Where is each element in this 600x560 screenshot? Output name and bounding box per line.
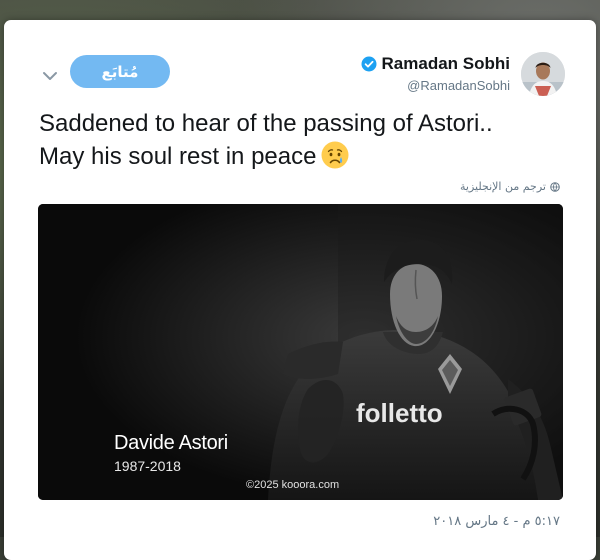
avatar[interactable]	[521, 52, 565, 96]
author-display-name: Ramadan Sobhi	[381, 54, 510, 73]
photo-caption-name: Davide Astori	[114, 432, 228, 454]
author-name-row[interactable]: Ramadan Sobhi	[361, 54, 510, 74]
memorial-photo: folletto	[38, 204, 563, 500]
verified-badge-icon	[361, 56, 377, 72]
tweet-text-line-2-content: May his soul rest in peace	[39, 143, 317, 170]
crying-face-emoji-icon	[321, 141, 349, 169]
translate-label: ترجم من الإنجليزية	[460, 180, 546, 193]
tweet-timestamp[interactable]: ٥:١٧ م - ٤ مارس ٢٠١٨	[433, 514, 560, 529]
tweet-text-line-2: May his soul rest in peace	[39, 140, 559, 173]
tweet-text: Saddened to hear of the passing of Astor…	[39, 108, 559, 173]
photo-caption-years: 1987-2018	[114, 458, 181, 474]
photo-watermark: ©2025 kooora.com	[246, 479, 340, 491]
chevron-down-icon[interactable]	[40, 66, 60, 86]
following-button[interactable]: مُتابَع	[70, 55, 170, 88]
tweet-media-image[interactable]: folletto Davide Astori 1987-2018 ©2025 k…	[38, 204, 563, 500]
tweet-text-line-1: Saddened to hear of the passing of Astor…	[39, 110, 493, 137]
jersey-sponsor-text: folletto	[356, 398, 443, 428]
globe-icon	[550, 181, 560, 192]
translate-link[interactable]: ترجم من الإنجليزية	[460, 180, 560, 193]
author-handle[interactable]: @RamadanSobhi	[407, 78, 510, 93]
tweet-card: مُتابَع Ramadan Sobhi @RamadanSobhi Sadd…	[4, 20, 596, 560]
